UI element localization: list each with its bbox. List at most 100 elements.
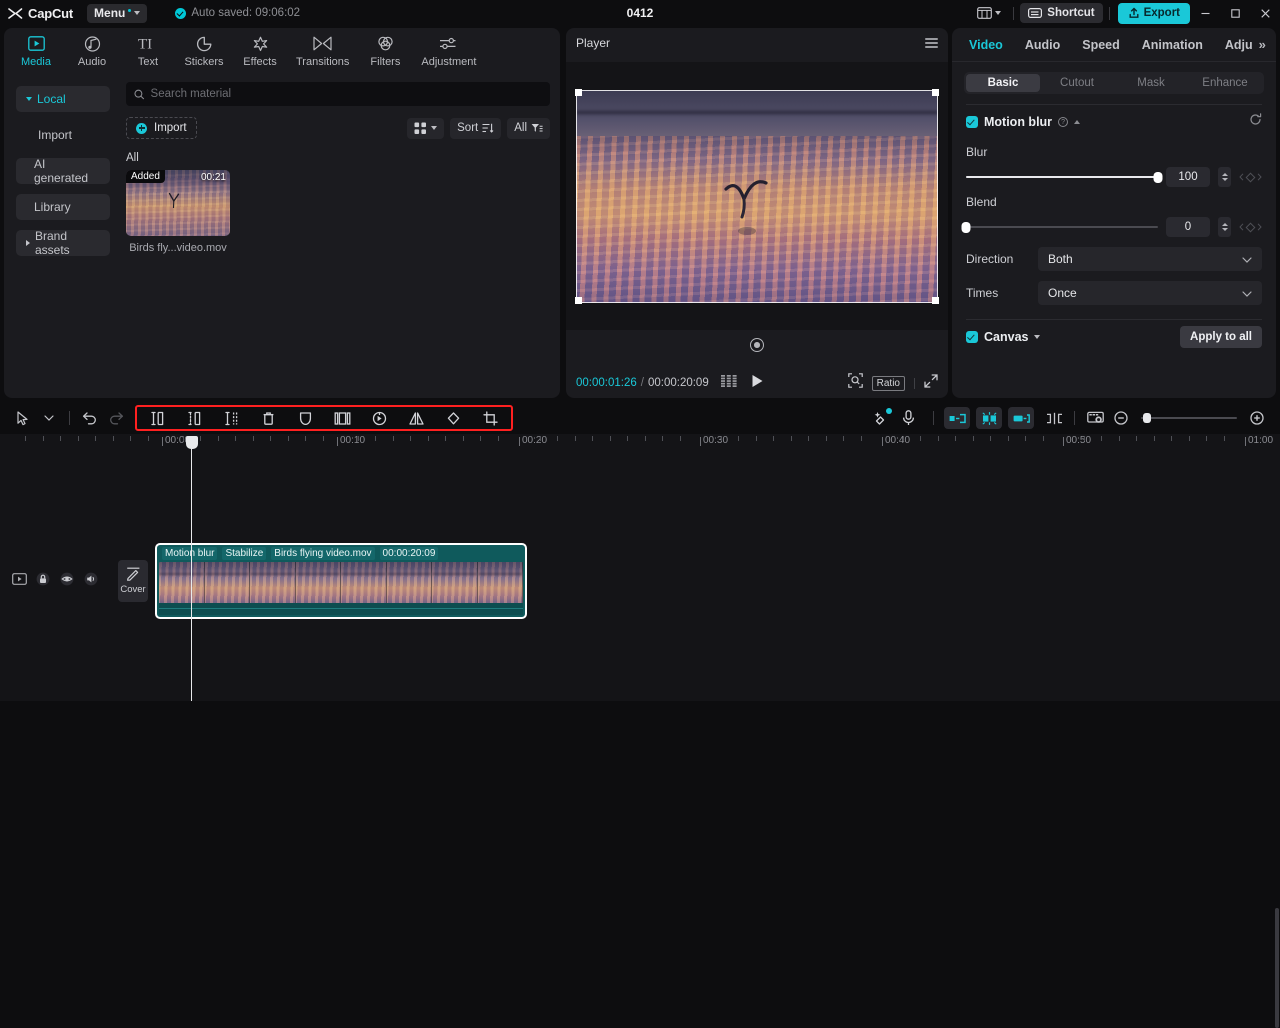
reset-icon[interactable] xyxy=(1249,113,1262,131)
mask-icon[interactable] xyxy=(287,405,324,431)
segment-enhance[interactable]: Enhance xyxy=(1188,74,1262,92)
clip-end-icon[interactable] xyxy=(1008,407,1034,429)
timeline-clip[interactable]: Motion blur Stabilize Birds flying video… xyxy=(155,543,527,619)
times-select[interactable]: Once xyxy=(1038,281,1262,305)
playhead-grip[interactable] xyxy=(185,436,198,449)
tab-speed[interactable]: Speed xyxy=(1071,28,1131,62)
more-tabs-icon[interactable]: » xyxy=(1253,28,1272,62)
timeline-zoom-slider[interactable] xyxy=(1141,413,1237,423)
tab-adjust[interactable]: Adju xyxy=(1214,28,1253,62)
direction-select[interactable]: Both xyxy=(1038,247,1262,271)
blur-slider[interactable] xyxy=(966,172,1163,183)
delete-left-icon[interactable] xyxy=(176,405,213,431)
rotate-icon[interactable] xyxy=(435,405,472,431)
player-menu-icon[interactable] xyxy=(925,38,938,48)
undo-icon[interactable] xyxy=(77,405,103,431)
help-icon[interactable]: ? xyxy=(1058,117,1069,127)
frame-view-icon[interactable] xyxy=(720,374,737,392)
delete-right-icon[interactable] xyxy=(213,405,250,431)
blend-slider-knob[interactable] xyxy=(961,222,971,233)
import-button[interactable]: Import xyxy=(126,117,197,139)
auto-magic-icon[interactable] xyxy=(869,405,895,431)
sidebar-item-import[interactable]: Import xyxy=(16,122,110,148)
redo-icon[interactable] xyxy=(103,405,129,431)
sidebar-item-brand-assets[interactable]: Brand assets xyxy=(16,229,110,257)
mirror-icon[interactable] xyxy=(398,405,435,431)
tab-animation[interactable]: Animation xyxy=(1131,28,1214,62)
record-voiceover-icon[interactable] xyxy=(895,405,921,431)
resize-handle-bottom-right[interactable] xyxy=(932,296,939,304)
lock-icon[interactable] xyxy=(34,570,52,588)
blur-value-input[interactable]: 100 xyxy=(1166,167,1210,187)
record-keyframe-icon[interactable] xyxy=(750,338,764,352)
sort-button[interactable]: Sort xyxy=(450,117,502,139)
blend-slider[interactable] xyxy=(961,222,1158,233)
timeline-scrollbar[interactable] xyxy=(1275,908,1279,1028)
maximize-button[interactable] xyxy=(1220,0,1250,26)
video-preview[interactable] xyxy=(575,88,939,304)
sidebar-item-ai-generated[interactable]: AI generated xyxy=(16,157,110,185)
tab-transitions[interactable]: Transitions xyxy=(288,29,357,73)
blend-keyframe-controls[interactable] xyxy=(1239,222,1262,232)
playhead[interactable] xyxy=(185,436,198,701)
resize-handle-top-left[interactable] xyxy=(575,88,582,96)
filter-button[interactable]: All xyxy=(507,117,550,139)
zoom-in-icon[interactable] xyxy=(1244,405,1270,431)
crop-icon[interactable] xyxy=(472,405,509,431)
tab-filters[interactable]: Filters xyxy=(357,29,413,73)
search-box[interactable] xyxy=(126,82,550,106)
clip-start-icon[interactable] xyxy=(944,407,970,429)
tab-adjustment[interactable]: Adjustment xyxy=(413,29,484,73)
timeline-zoom-knob[interactable] xyxy=(1143,413,1151,423)
tab-video[interactable]: Video xyxy=(958,28,1014,62)
menu-button[interactable]: Menu xyxy=(87,3,148,23)
thumbnail-view-icon[interactable] xyxy=(1082,405,1108,431)
tab-audio[interactable]: Audio xyxy=(1014,28,1071,62)
blur-slider-knob[interactable] xyxy=(1153,172,1163,183)
view-mode-button[interactable] xyxy=(407,117,445,139)
segment-basic[interactable]: Basic xyxy=(966,74,1040,92)
close-button[interactable] xyxy=(1250,0,1280,26)
canvas-checkbox[interactable] xyxy=(966,331,978,343)
mute-icon[interactable] xyxy=(82,570,100,588)
resize-handle-top-right[interactable] xyxy=(932,88,939,96)
blend-stepper[interactable] xyxy=(1218,217,1231,237)
zoom-out-icon[interactable] xyxy=(1108,405,1134,431)
ratio-button[interactable]: Ratio xyxy=(871,375,905,391)
sidebar-item-library[interactable]: Library xyxy=(16,194,110,220)
blend-value-input[interactable]: 0 xyxy=(1166,217,1210,237)
segment-mask[interactable]: Mask xyxy=(1114,74,1188,92)
adjacent-split-icon[interactable] xyxy=(1041,405,1067,431)
tab-text[interactable]: TI Text xyxy=(120,29,176,73)
clip-split-icon[interactable] xyxy=(976,407,1002,429)
resize-handle-bottom-left[interactable] xyxy=(575,296,582,304)
shortcut-button[interactable]: Shortcut xyxy=(1020,3,1103,23)
visibility-icon[interactable] xyxy=(58,570,76,588)
collapse-icon[interactable] xyxy=(1034,335,1041,339)
track-type-icon[interactable] xyxy=(10,570,28,588)
zoom-fit-icon[interactable] xyxy=(847,373,863,393)
sidebar-item-local[interactable]: Local xyxy=(16,86,110,112)
select-dropdown-icon[interactable] xyxy=(36,405,62,431)
fullscreen-icon[interactable] xyxy=(924,373,938,393)
segment-cutout[interactable]: Cutout xyxy=(1040,74,1114,92)
freeze-frame-icon[interactable] xyxy=(324,405,361,431)
export-button[interactable]: Export xyxy=(1117,2,1190,24)
tab-audio[interactable]: Audio xyxy=(64,29,120,73)
motion-blur-checkbox[interactable] xyxy=(966,116,978,128)
delete-icon[interactable] xyxy=(250,405,287,431)
media-thumbnail[interactable]: Added 00:21 xyxy=(126,170,230,236)
media-card[interactable]: Added 00:21 Birds fly...video.mov xyxy=(126,170,230,254)
tab-effects[interactable]: Effects xyxy=(232,29,288,73)
layout-preset-button[interactable] xyxy=(971,7,1007,19)
collapse-icon[interactable] xyxy=(1074,120,1081,124)
blur-keyframe-controls[interactable] xyxy=(1239,172,1262,182)
search-input[interactable] xyxy=(150,88,542,100)
split-icon[interactable] xyxy=(139,405,176,431)
minimize-button[interactable] xyxy=(1190,0,1220,26)
tab-media[interactable]: Media xyxy=(8,29,64,73)
blur-stepper[interactable] xyxy=(1218,167,1231,187)
reverse-icon[interactable] xyxy=(361,405,398,431)
play-button[interactable] xyxy=(751,374,764,393)
apply-to-all-button[interactable]: Apply to all xyxy=(1180,326,1262,348)
